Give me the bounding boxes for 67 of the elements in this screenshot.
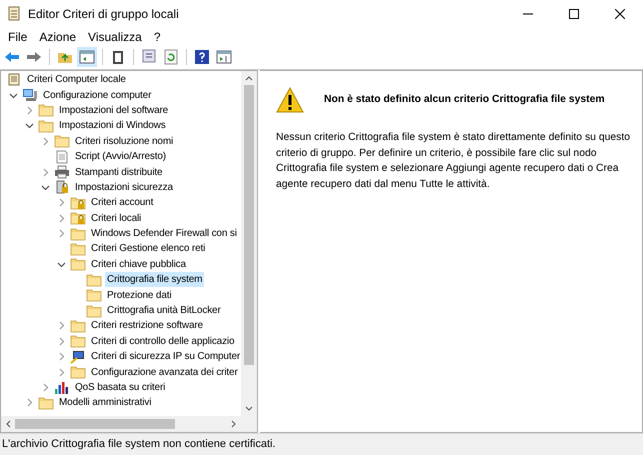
server-lock-icon — [54, 180, 70, 194]
folder-icon — [38, 118, 54, 133]
tree-item[interactable]: Criteri chiave pubblica — [89, 256, 188, 272]
tree-item[interactable]: Crittografia file system — [105, 272, 204, 288]
warning-icon — [276, 87, 304, 113]
tree-item[interactable]: Crittografia unità BitLocker — [105, 303, 223, 318]
folder-icon — [38, 103, 54, 118]
scroll-icon — [7, 6, 21, 22]
tree-pane-icon[interactable] — [77, 47, 97, 67]
tree-item[interactable]: Script (Avvio/Arresto) — [73, 149, 168, 164]
tree-item[interactable]: Impostazioni di Windows — [57, 118, 168, 134]
detail-heading: Non è stato definito alcun criterio Crittografia file system — [324, 93, 605, 108]
tree-item[interactable]: Criteri account — [89, 195, 156, 210]
menu-item[interactable]: Azione — [33, 28, 82, 46]
folder-icon — [86, 304, 102, 318]
collapse-chevron-icon[interactable] — [25, 121, 34, 130]
locked-folder-icon — [70, 211, 86, 226]
folder-icon — [70, 226, 86, 241]
folder-icon — [54, 134, 70, 148]
tree-item[interactable]: Criteri Gestione elenco reti — [89, 241, 208, 256]
tree-item[interactable]: Configurazione avanzata dei criter — [89, 364, 240, 380]
window-title: Editor Criteri di gruppo locali — [28, 6, 179, 23]
expand-chevron-icon[interactable] — [41, 168, 50, 177]
folder-icon — [70, 334, 86, 348]
collapse-chevron-icon[interactable] — [41, 182, 50, 192]
tree-item[interactable]: Criteri di sicurezza IP su Computer — [89, 349, 241, 364]
horizontal-scrollbar[interactable] — [1, 416, 257, 432]
monitor-key-icon — [70, 350, 86, 364]
tree-item[interactable]: Criteri restrizione software — [89, 318, 205, 334]
detail-description: Nessun criterio Crittografia file system è stato direttamente definito su questo criterio di gruppo. Per definire un criterio, è possibile fare clic sul nodo Crittografia file system e selezionare Aggiungi agente recupero dati o Crea agente recupero dati dal menu Tutte le attività. — [276, 131, 632, 192]
folder-icon — [70, 318, 86, 333]
status-text: L'archivio Crittografia file system non contiene certificati. — [1, 437, 276, 452]
folder-icon — [70, 365, 86, 380]
expand-chevron-icon[interactable] — [41, 136, 50, 146]
maximize-icon[interactable] — [569, 9, 579, 19]
tree-item[interactable]: Criteri di controllo delle applicazio — [89, 334, 236, 349]
menu-item[interactable]: Visualizza — [82, 28, 148, 46]
tree-item[interactable]: Criteri risoluzione nomi — [73, 134, 176, 149]
folder-icon — [86, 272, 102, 287]
expand-chevron-icon[interactable] — [25, 106, 34, 115]
tree-item[interactable]: Protezione dati — [105, 288, 174, 303]
tree-item[interactable]: Criteri Computer locale — [25, 72, 128, 88]
scroll-icon — [6, 72, 22, 87]
collapse-chevron-icon[interactable] — [9, 90, 18, 100]
tree-item[interactable]: Criteri locali — [89, 210, 144, 226]
tree-item[interactable]: Stampanti distribuite — [73, 164, 164, 180]
computer-icon — [22, 88, 38, 102]
document-icon — [54, 150, 70, 164]
tree-item[interactable]: Modelli amministrativi — [57, 395, 154, 410]
tree-item[interactable]: Windows Defender Firewall con si — [89, 226, 239, 242]
menu-item[interactable]: ? — [148, 28, 167, 46]
folder-icon — [86, 288, 102, 302]
menu-item[interactable]: File — [2, 28, 34, 46]
folder-icon — [70, 257, 86, 272]
help-icon[interactable] — [192, 47, 212, 67]
printer-icon — [54, 165, 70, 180]
tree-item[interactable]: QoS basata su criteri — [73, 380, 168, 395]
bar-chart-icon — [54, 380, 70, 394]
folder-icon — [38, 396, 54, 410]
vertical-scrollbar[interactable] — [241, 71, 257, 416]
collapse-chevron-icon[interactable] — [57, 260, 66, 269]
close-icon[interactable] — [615, 9, 625, 19]
tree-item[interactable]: Impostazioni sicurezza — [73, 180, 175, 195]
tree-item[interactable]: Configurazione computer — [41, 88, 154, 103]
tree-item[interactable]: Impostazioni del software — [57, 102, 170, 118]
locked-folder-icon — [70, 196, 86, 210]
folder-icon — [70, 242, 86, 256]
